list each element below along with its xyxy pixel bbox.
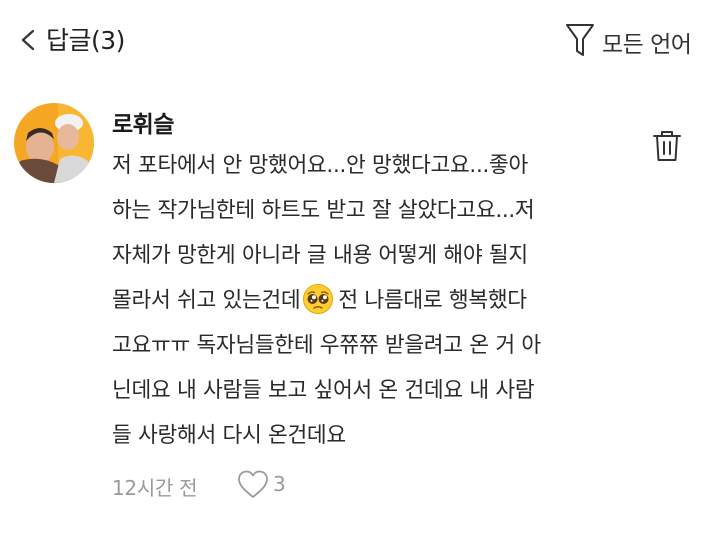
comment-author[interactable]: 로휘슬 [112,105,174,139]
avatar[interactable] [14,103,94,183]
comment-line: 하는 작가님한테 하트도 받고 잘 살았다고요...저 [112,198,535,223]
pleading-face-emoji [302,283,334,315]
like-count: 3 [273,472,286,496]
timestamp: 12시간 전 [112,476,198,500]
language-filter-label: 모든 언어 [602,32,692,58]
heart-icon [238,470,268,498]
comment-line: 저 포타에서 안 망했어요...안 망했다고요...좋아 [112,153,528,178]
comment-line: 들 사랑해서 다시 온건데요 [112,423,346,448]
back-button[interactable] [18,24,42,56]
like-button[interactable] [236,468,270,502]
comment-line-text: 전 나름대로 행복했다 [338,288,527,313]
comment-line: 자체가 망한게 아니라 글 내용 어떻게 해야 될지 [112,243,528,268]
header: 답글(3) 모든 언어 [0,0,712,82]
comment-body: 저 포타에서 안 망했어요...안 망했다고요...좋아 하는 작가님한테 하트… [112,143,612,458]
page-title: 답글(3) [46,26,125,55]
comment-line: 닌데요 내 사람들 보고 싶어서 온 건데요 내 사람 [112,378,535,403]
comment-line-text: 몰라서 쉬고 있는건데 [112,288,301,313]
comment-line: 고요ㅠㅠ 독자님들한테 우쮸쮸 받을려고 온 거 아 [112,333,541,358]
filter-icon [566,24,594,56]
avatar-image [14,103,94,183]
trash-icon [653,131,681,161]
comment-line-with-emoji: 몰라서 쉬고 있는건데 전 나름대로 행복했다 [112,278,612,323]
delete-button[interactable] [650,128,684,164]
chevron-left-icon [21,29,35,51]
